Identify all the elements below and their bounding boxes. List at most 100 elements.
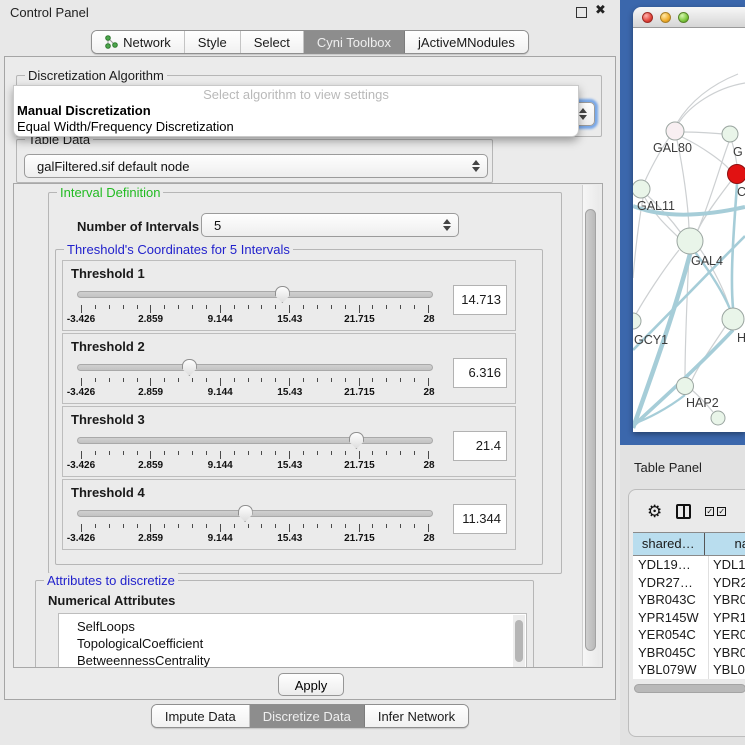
num-intervals-combobox[interactable]: 5: [201, 213, 459, 237]
tick-label: 28: [423, 460, 434, 471]
bottom-tab-bar: Impute DataDiscretize Data Infer Network: [0, 704, 620, 728]
cell-name[interactable]: YBR0: [709, 591, 745, 609]
tab-label: Cyni Toolbox: [317, 35, 391, 50]
threshold-slider[interactable]: -3.4262.8599.14415.4321.71528: [73, 431, 437, 475]
minimize-traffic-light-icon[interactable]: [660, 12, 671, 23]
network-node-h[interactable]: [722, 308, 744, 330]
tick-label: -3.426: [67, 387, 95, 398]
cell-shared-name[interactable]: YER054C: [633, 626, 709, 644]
network-node-gcy1[interactable]: [633, 313, 641, 329]
attributes-groupbox: Attributes to discretize Numerical Attri…: [35, 580, 534, 668]
table-horizontal-scrollbar[interactable]: [633, 683, 745, 695]
column-header-name[interactable]: na: [705, 533, 745, 555]
bottom-tabs-segmented: Impute DataDiscretize Data Infer Network: [151, 704, 469, 728]
tick-label: 21.715: [344, 314, 375, 325]
cell-shared-name[interactable]: YBR045C: [633, 644, 709, 662]
slider-thumb[interactable]: [275, 286, 290, 303]
network-node[interactable]: [711, 411, 725, 425]
tab-select[interactable]: Select: [241, 31, 304, 53]
network-node-g[interactable]: [722, 126, 738, 142]
dropdown-option[interactable]: Equal Width/Frequency Discretization: [14, 119, 578, 135]
network-node-c[interactable]: [728, 165, 745, 184]
tab-jactivemnodules[interactable]: jActiveMNodules: [405, 31, 528, 53]
numerical-attributes-list[interactable]: SelfLoopsTopologicalCoefficientBetweenne…: [58, 613, 527, 668]
threshold-value-field[interactable]: 14.713: [453, 285, 507, 315]
checkbox-icon[interactable]: ✓: [717, 507, 726, 516]
table-toolbar: ⚙ ✓ ✓: [629, 496, 726, 526]
cell-name[interactable]: YPR1: [709, 609, 745, 627]
cell-name[interactable]: YDR2: [709, 574, 745, 592]
tab-infer-network[interactable]: Infer Network: [365, 705, 468, 727]
close-icon[interactable]: ✖: [595, 2, 606, 18]
cell-name[interactable]: YBL0: [709, 661, 745, 679]
apply-button[interactable]: Apply: [278, 673, 344, 696]
table-row[interactable]: YBL079WYBL0: [633, 661, 745, 679]
tab-discretize-data[interactable]: Discretize Data: [250, 705, 365, 727]
cell-name[interactable]: YER0: [709, 626, 745, 644]
cell-name[interactable]: YBR0: [709, 644, 745, 662]
table-row[interactable]: YDR27…YDR2: [633, 574, 745, 592]
network-node-hap2[interactable]: [677, 378, 694, 395]
cell-shared-name[interactable]: YLR345W: [633, 679, 709, 680]
cell-shared-name[interactable]: YPR145W: [633, 609, 709, 627]
threshold-slider[interactable]: -3.4262.8599.14415.4321.71528: [73, 504, 437, 548]
settings-scrollpane: Interval Definition Number of Intervals …: [13, 183, 603, 668]
node-label: GAL80: [653, 141, 692, 155]
zoom-traffic-light-icon[interactable]: [678, 12, 689, 23]
node-label: HAP2: [686, 396, 719, 410]
network-node-gal11[interactable]: [633, 180, 650, 198]
table-row[interactable]: YLR345WYLR3: [633, 679, 745, 680]
interval-definition-title: Interval Definition: [57, 185, 163, 200]
slider-thumb[interactable]: [238, 505, 253, 522]
tab-style[interactable]: Style: [185, 31, 241, 53]
threshold-label: Threshold 3: [71, 412, 145, 427]
network-node-gal4[interactable]: [677, 228, 703, 254]
tick-label: 2.859: [138, 460, 163, 471]
tab-impute-data[interactable]: Impute Data: [152, 705, 250, 727]
tick-label: -3.426: [67, 460, 95, 471]
split-columns-icon[interactable]: [676, 504, 691, 519]
cell-name[interactable]: YDL1: [709, 556, 745, 574]
tab-label: Infer Network: [378, 709, 455, 724]
table-row[interactable]: YBR043CYBR0: [633, 591, 745, 609]
tab-network[interactable]: Network: [92, 31, 185, 53]
table-data-combobox[interactable]: galFiltered.sif default node: [24, 154, 488, 178]
main-scrollbar[interactable]: [582, 185, 599, 666]
cell-shared-name[interactable]: YDR27…: [633, 574, 709, 592]
table-row[interactable]: YER054CYER0: [633, 626, 745, 644]
checkbox-icon[interactable]: ✓: [705, 507, 714, 516]
gear-icon[interactable]: ⚙: [647, 503, 662, 520]
table-row[interactable]: YDL19…YDL1: [633, 556, 745, 574]
float-window-icon[interactable]: [576, 7, 587, 18]
threshold-value-field[interactable]: 11.344: [453, 504, 507, 534]
dropdown-option[interactable]: Manual Discretization: [14, 103, 578, 119]
close-traffic-light-icon[interactable]: [642, 12, 653, 23]
network-node-gal80[interactable]: [666, 122, 684, 140]
cell-shared-name[interactable]: YBR043C: [633, 591, 709, 609]
network-view-window: GAL80GCGAL11GAL4GCY1HHAP2: [633, 7, 745, 432]
cell-shared-name[interactable]: YDL19…: [633, 556, 709, 574]
threshold-value-field[interactable]: 6.316: [453, 358, 507, 388]
attribute-list-item[interactable]: SelfLoops: [59, 618, 526, 635]
slider-thumb[interactable]: [349, 432, 364, 449]
tick-label: 21.715: [344, 533, 375, 544]
attributes-group-title: Attributes to discretize: [44, 573, 178, 588]
threshold-value-field[interactable]: 21.4: [453, 431, 507, 461]
attribute-list-item[interactable]: TopologicalCoefficient: [59, 635, 526, 652]
slider-thumb[interactable]: [182, 359, 197, 376]
threshold-slider[interactable]: -3.4262.8599.14415.4321.71528: [73, 285, 437, 329]
cell-name[interactable]: YLR3: [709, 679, 745, 680]
table-row[interactable]: YPR145WYPR1: [633, 609, 745, 627]
column-header-shared[interactable]: shared…: [633, 533, 705, 555]
attribute-list-item[interactable]: BetweennessCentrality: [59, 652, 526, 668]
cell-shared-name[interactable]: YBL079W: [633, 661, 709, 679]
threshold-slider[interactable]: -3.4262.8599.14415.4321.71528: [73, 358, 437, 402]
threshold-row: Threshold 2-3.4262.8599.14415.4321.71528…: [62, 333, 516, 404]
table-row[interactable]: YBR045CYBR0: [633, 644, 745, 662]
network-canvas[interactable]: GAL80GCGAL11GAL4GCY1HHAP2: [633, 28, 745, 432]
tab-cyni-toolbox[interactable]: Cyni Toolbox: [304, 31, 405, 53]
list-scrollbar[interactable]: [513, 615, 525, 668]
tick-label: 28: [423, 314, 434, 325]
main-scrollbar-thumb[interactable]: [585, 209, 596, 651]
tick-label: 2.859: [138, 314, 163, 325]
